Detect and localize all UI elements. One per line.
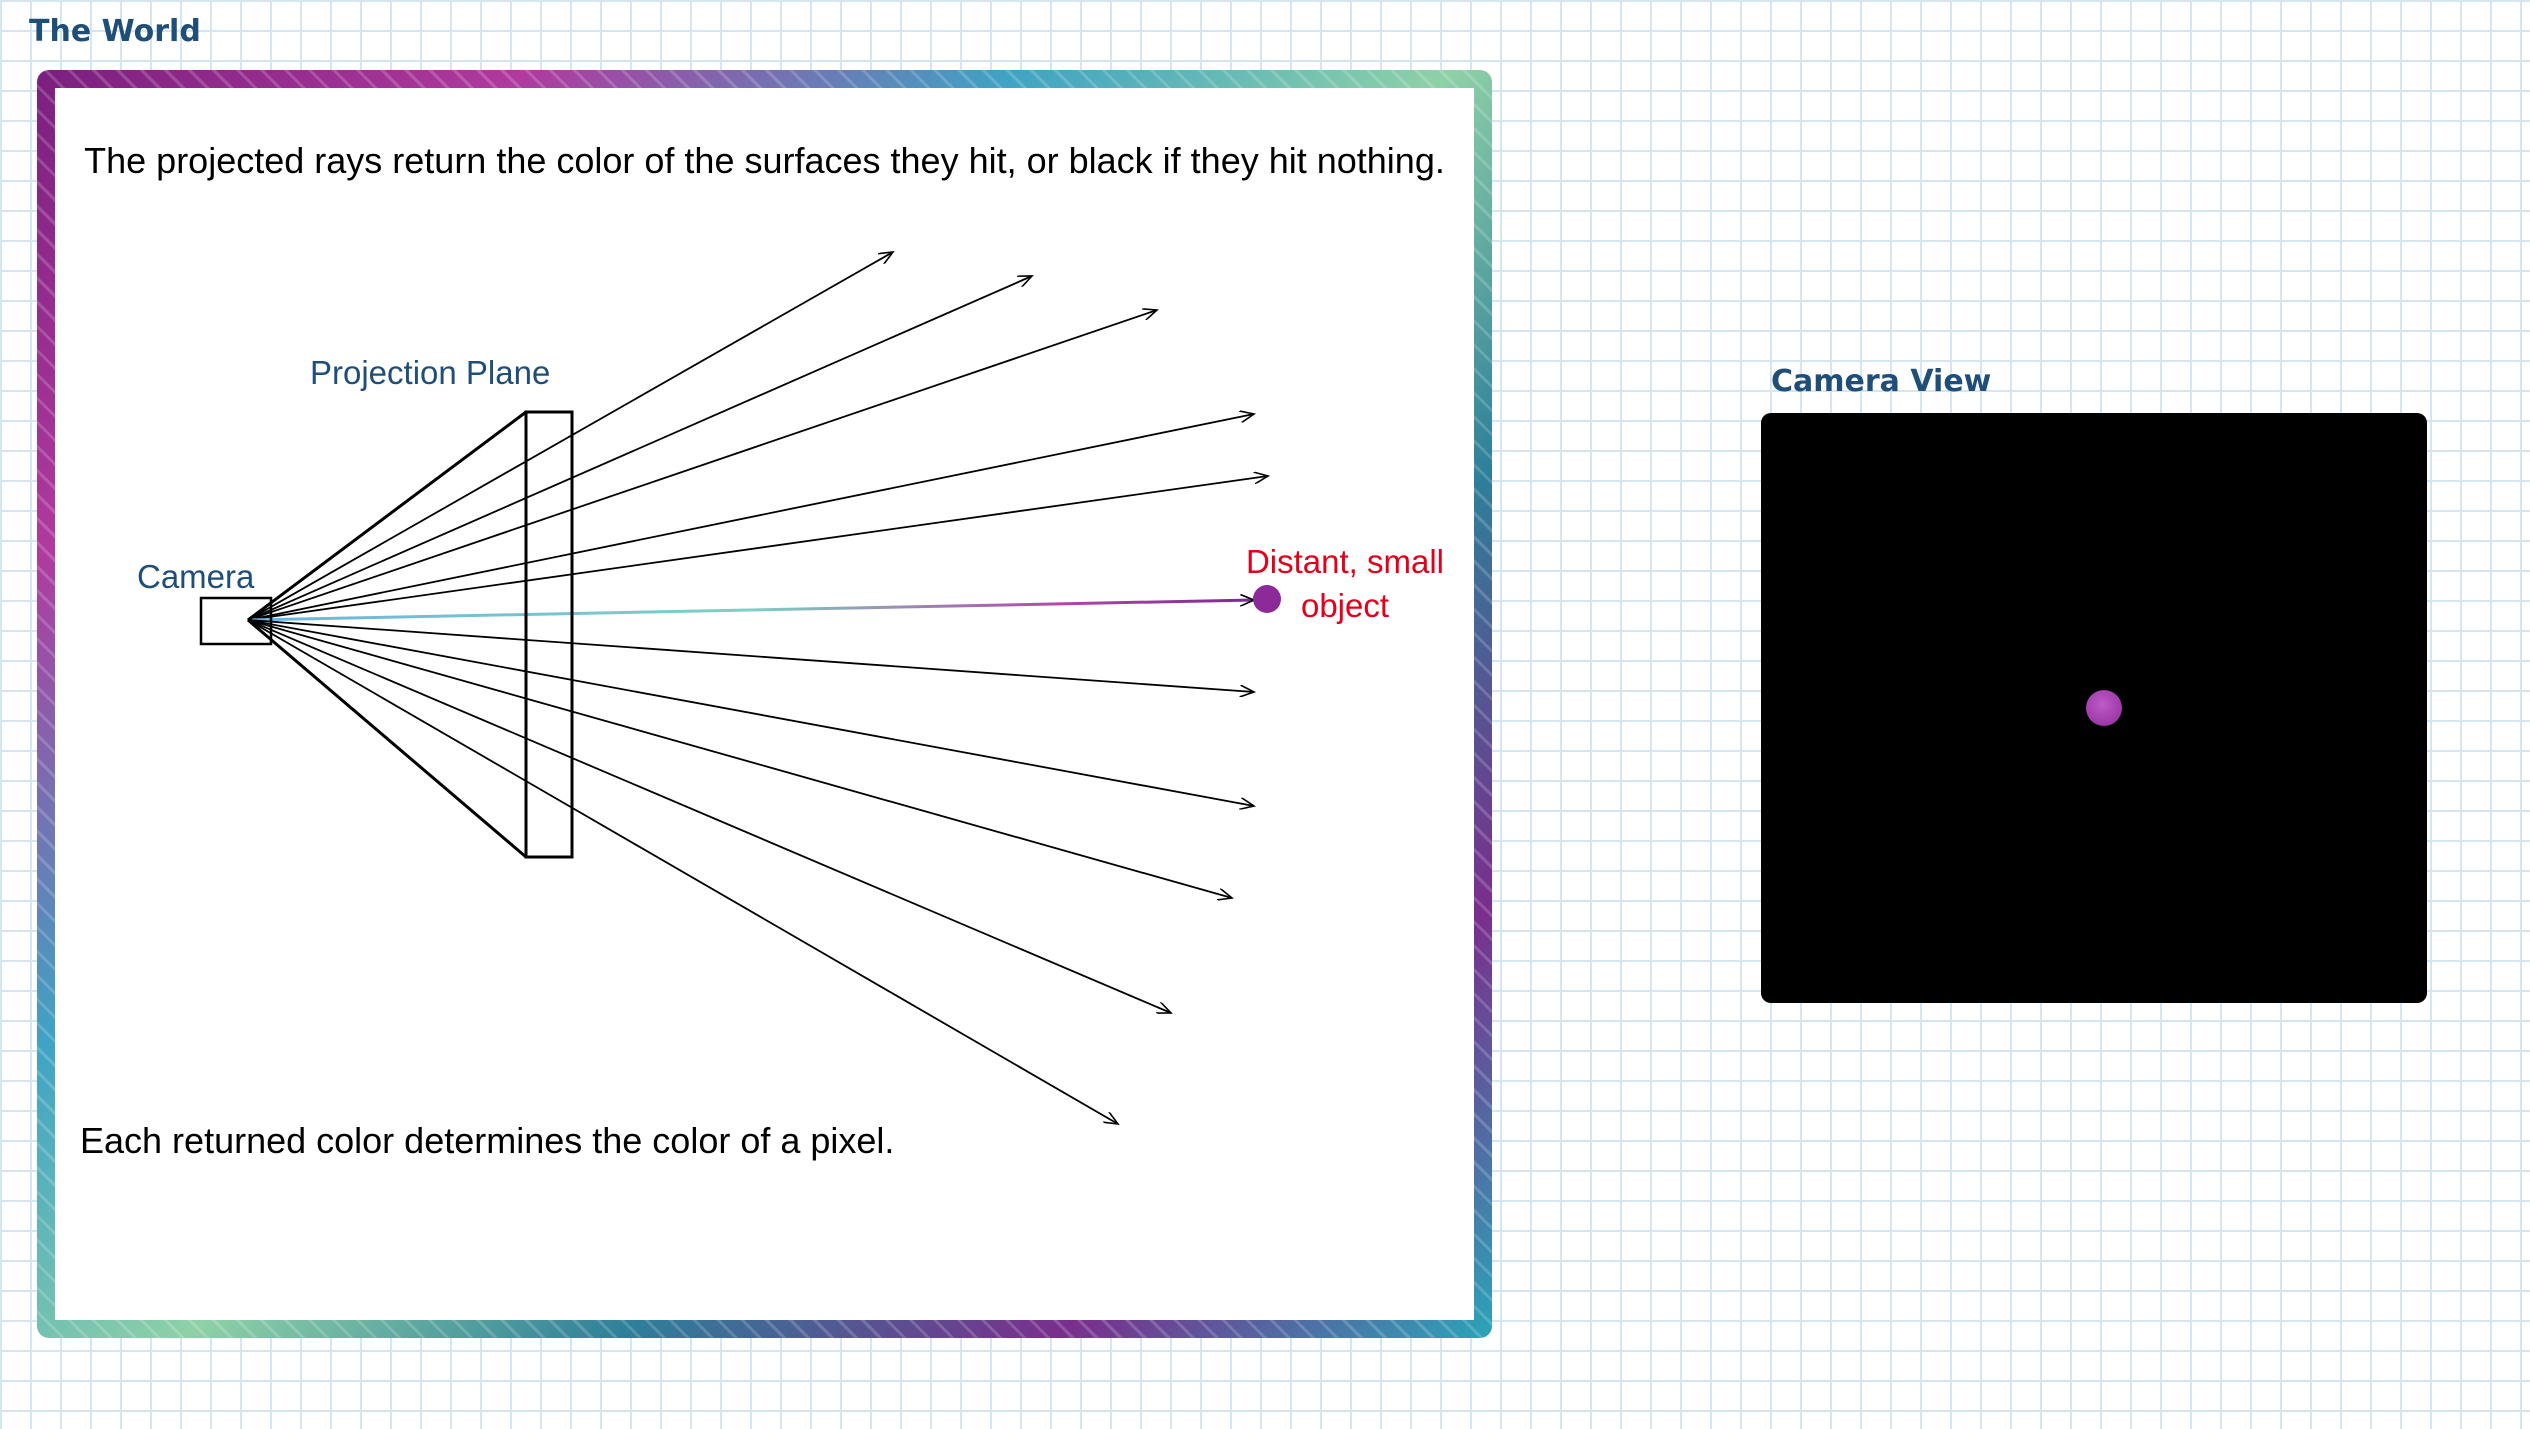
ray <box>247 619 1254 806</box>
ray <box>247 619 1171 1013</box>
instruction-text: The projected rays return the color of t… <box>84 140 1445 181</box>
rendered-object-pixel <box>2086 690 2122 726</box>
ray <box>247 619 1254 692</box>
view-frustum <box>247 410 527 859</box>
caption-text: Each returned color determines the color… <box>80 1120 895 1161</box>
ray <box>247 476 1268 621</box>
projection-plane <box>524 410 574 859</box>
ray <box>247 619 1232 898</box>
ray <box>247 275 1032 621</box>
projection-plane-label: Projection Plane <box>310 354 551 391</box>
ray-hit <box>247 600 1254 622</box>
ray <box>247 414 1254 621</box>
camera-label: Camera <box>137 558 255 595</box>
object-label: Distant, small object <box>1245 543 1445 624</box>
ray <box>247 619 1118 1124</box>
camera-view-panel <box>1761 413 2427 1003</box>
